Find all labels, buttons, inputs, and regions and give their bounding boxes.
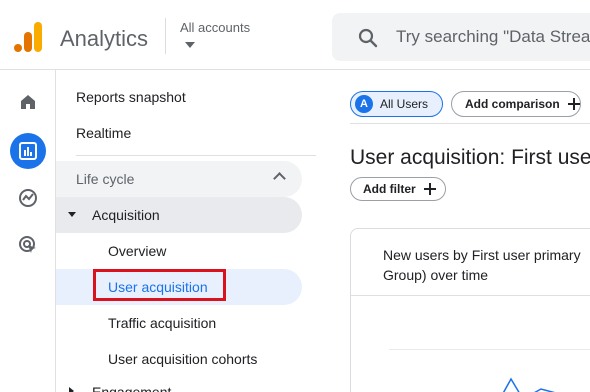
add-comparison-label: Add comparison: [465, 97, 560, 111]
expand-arrow-icon: [68, 212, 76, 217]
nav-divider: [76, 155, 342, 156]
rail-explore-button[interactable]: [10, 180, 46, 216]
top-bar: Analytics All accounts Try searching "Da…: [0, 0, 590, 70]
chart-gridline: [389, 349, 590, 350]
line-chart: [502, 377, 556, 392]
advertising-icon: [19, 236, 36, 253]
report-navigation: Reports snapshot Realtime Life cycle Acq…: [56, 70, 342, 392]
nav-acquisition-label: Acquisition: [92, 207, 160, 223]
rail-home-button[interactable]: [10, 84, 46, 120]
search-input[interactable]: Try searching "Data Strea: [396, 27, 590, 47]
nav-engagement[interactable]: Engagement: [92, 384, 171, 392]
home-icon: [21, 95, 35, 109]
nav-reports-snapshot[interactable]: Reports snapshot: [76, 89, 186, 105]
main-content: A All Users Add comparison User acquisit…: [316, 70, 590, 392]
toolbar-divider: [350, 123, 590, 124]
highlight-box: [93, 269, 226, 301]
page-title: User acquisition: First use: [350, 146, 590, 169]
chart-card: New users by First user primary Group) o…: [350, 228, 590, 392]
add-filter-label: Add filter: [363, 182, 416, 196]
reports-icon: [19, 142, 37, 160]
nav-user-acquisition-cohorts[interactable]: User acquisition cohorts: [108, 351, 257, 367]
collapse-arrow-icon: [69, 387, 74, 392]
all-users-label: All Users: [380, 97, 429, 111]
chart-card-title: New users by First user primary Group) o…: [383, 247, 581, 283]
comparison-badge: A: [355, 95, 373, 113]
add-filter-button[interactable]: Add filter: [350, 177, 446, 201]
nav-overview[interactable]: Overview: [108, 243, 166, 259]
header-divider: [165, 18, 166, 54]
nav-realtime[interactable]: Realtime: [76, 125, 131, 141]
all-users-chip[interactable]: A All Users: [350, 91, 443, 117]
account-selector[interactable]: All accounts: [180, 20, 250, 35]
analytics-logo-icon[interactable]: [14, 22, 42, 52]
search-bar[interactable]: Try searching "Data Strea: [332, 13, 590, 61]
section-lifecycle-label: Life cycle: [76, 171, 135, 187]
caret-down-icon[interactable]: [185, 42, 195, 48]
search-icon: [358, 28, 378, 48]
left-rail: [0, 70, 56, 392]
app-name: Analytics: [60, 26, 149, 51]
add-comparison-button[interactable]: Add comparison: [451, 91, 581, 117]
plus-icon: [423, 183, 436, 195]
chart-series-line: [502, 377, 556, 392]
card-divider: [351, 295, 590, 296]
explore-icon: [19, 189, 37, 207]
nav-traffic-acquisition[interactable]: Traffic acquisition: [108, 315, 216, 331]
plus-icon: [567, 98, 580, 110]
rail-advertising-button[interactable]: [10, 227, 46, 263]
rail-reports-button[interactable]: [10, 133, 46, 169]
